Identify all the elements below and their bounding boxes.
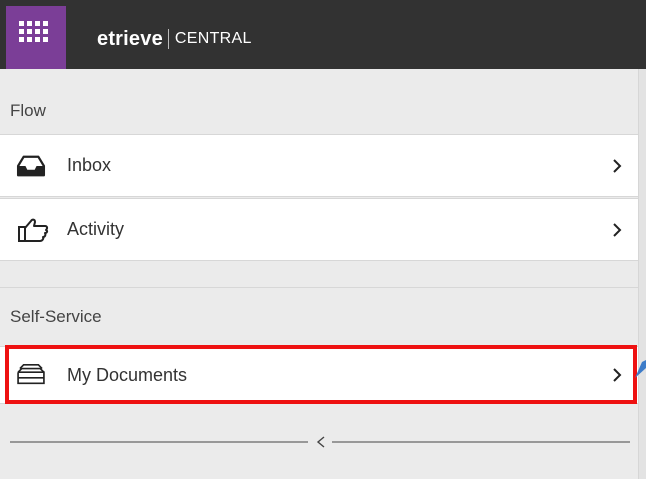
- documents-stack-icon: [17, 364, 45, 385]
- scroll-strip: [638, 69, 646, 479]
- chevron-right-icon: [613, 222, 622, 237]
- section-header-flow: Flow: [0, 69, 638, 134]
- brand-logo: etrieve: [97, 27, 163, 50]
- section-spacer: [0, 262, 638, 288]
- brand-product-name: CENTRAL: [174, 30, 252, 47]
- section-title-self-service: Self-Service: [10, 307, 102, 326]
- app-launcher-button[interactable]: [6, 6, 66, 69]
- top-bar: etrieve CENTRAL: [0, 0, 646, 69]
- thumbs-up-icon: [18, 218, 49, 242]
- chevron-left-icon: [10, 436, 630, 448]
- chevron-right-icon: [613, 368, 622, 382]
- nav-item-activity[interactable]: Activity: [0, 198, 638, 261]
- nav-item-inbox[interactable]: Inbox: [0, 134, 638, 197]
- brand[interactable]: etrieve CENTRAL: [97, 24, 252, 54]
- inbox-tray-icon: [16, 155, 46, 176]
- section-header-self-service: Self-Service: [0, 289, 638, 346]
- nav-item-label: Activity: [67, 219, 125, 239]
- brand-divider: [167, 29, 169, 49]
- nav-item-label: Inbox: [67, 155, 112, 175]
- chevron-right-icon: [613, 158, 622, 173]
- sidebar-collapse-bar[interactable]: [10, 432, 630, 452]
- nav-item-label: My Documents: [67, 364, 188, 385]
- section-title-flow: Flow: [10, 101, 46, 120]
- annotation-arrow-icon: [635, 360, 646, 378]
- nav-item-my-documents[interactable]: My Documents: [0, 346, 638, 404]
